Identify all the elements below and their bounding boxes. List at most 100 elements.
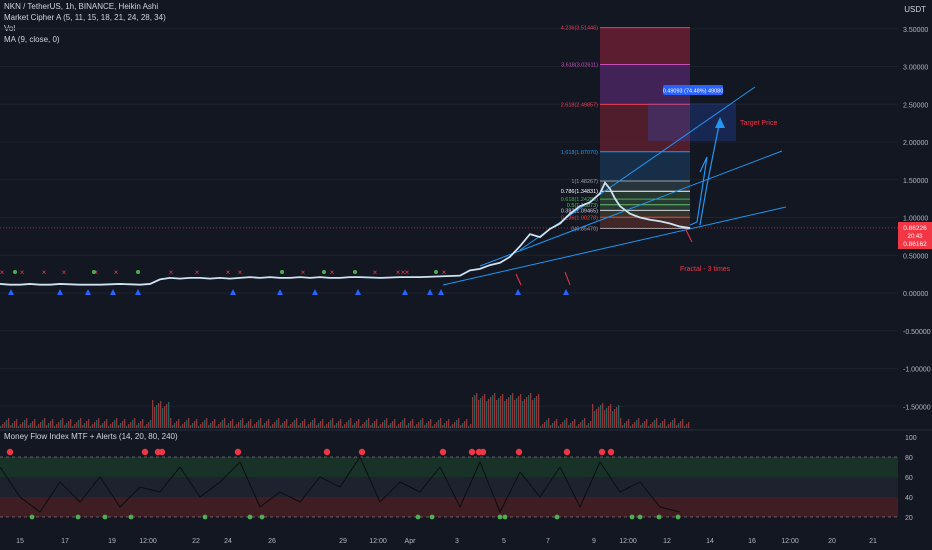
volume-bar	[332, 418, 334, 428]
mfi-buy-dot	[656, 514, 662, 520]
volume-bar	[434, 424, 436, 428]
volume-bar	[610, 404, 612, 428]
volume-bar	[324, 426, 326, 428]
volume-bar	[60, 420, 62, 428]
bull-dot-marker	[136, 270, 140, 274]
x-tick-label: 17	[61, 538, 69, 545]
volume-bar	[308, 424, 310, 428]
volume-bar	[34, 419, 36, 428]
volume-bar	[182, 424, 184, 428]
volume-bar	[432, 426, 434, 428]
volume-bar	[168, 402, 170, 428]
volume-bar	[658, 425, 660, 428]
volume-bar	[426, 423, 428, 428]
volume-bar	[378, 426, 380, 428]
volume-bar	[292, 422, 294, 428]
y-tick-label: -0.50000	[903, 329, 931, 336]
volume-bar	[224, 418, 226, 428]
volume-bar	[564, 420, 566, 428]
volume-bar	[662, 421, 664, 428]
volume-bar	[346, 422, 348, 428]
volume-bar	[626, 421, 628, 428]
mfi-buy-dot	[429, 514, 435, 520]
volume-bar	[436, 422, 438, 428]
volume-bar	[158, 403, 160, 428]
volume-bar	[8, 418, 10, 428]
mfi-buy-dot	[554, 514, 560, 520]
volume-bar	[364, 422, 366, 428]
volume-bar	[122, 421, 124, 428]
volume-bar	[280, 425, 282, 428]
volume-bar	[504, 401, 506, 428]
volume-bar	[70, 419, 72, 428]
volume-bar	[104, 421, 106, 428]
price-chart[interactable]: 3.50000 3.00000 2.50000 2.00000 1.50000 1.000…	[0, 0, 932, 550]
volume-bar	[166, 404, 168, 428]
volume-bar	[286, 419, 288, 428]
y-tick-label: 0.00000	[903, 291, 928, 298]
mfi-oversold-zone	[0, 497, 898, 517]
mfi-buy-dot	[502, 514, 508, 520]
volume-bar	[678, 423, 680, 428]
x-tick-label: 16	[748, 538, 756, 545]
volume-bar	[290, 424, 292, 428]
volume-bar	[684, 426, 686, 428]
volume-bar	[416, 424, 418, 428]
y-tick-label: 1.50000	[903, 178, 928, 185]
volume-bar	[318, 423, 320, 428]
volume-bar	[98, 418, 100, 428]
volume-bar	[338, 421, 340, 428]
volume-bar	[222, 420, 224, 428]
fib-zone	[600, 151, 690, 182]
volume-bar	[270, 426, 272, 428]
volume-bar	[84, 423, 86, 428]
bear-marker: ×	[20, 268, 25, 277]
volume-bar	[652, 422, 654, 428]
mfi-overbought-zone	[0, 457, 898, 477]
bear-marker: ×	[301, 268, 306, 277]
measure-label: 0.49093 (74.48%) 49080	[663, 89, 724, 95]
projection-arrow-1	[689, 156, 708, 226]
x-tick-label: 12:00	[139, 538, 157, 545]
volume-bar	[252, 426, 254, 428]
bear-marker: ×	[330, 268, 335, 277]
volume-bar	[26, 418, 28, 428]
mfi-buy-dot	[29, 514, 35, 520]
volume-bar	[388, 425, 390, 428]
volume-bar	[396, 426, 398, 428]
mfi-sell-dot	[234, 448, 242, 456]
volume-bar	[14, 421, 16, 428]
mfi-buy-dot	[497, 514, 503, 520]
volume-bar	[680, 421, 682, 428]
volume-bar	[106, 419, 108, 428]
volume-bar	[232, 419, 234, 428]
volume-bar	[450, 426, 452, 428]
volume-bar	[448, 419, 450, 428]
mfi-sell-dot	[479, 448, 487, 456]
volume-bar	[206, 418, 208, 428]
volume-bar	[568, 425, 570, 428]
volume-bar	[282, 423, 284, 428]
volume-bar	[486, 401, 488, 428]
volume-bar	[478, 400, 480, 428]
volume-bar	[596, 409, 598, 428]
volume-bar	[300, 423, 302, 428]
volume-bar	[100, 425, 102, 428]
volume-bar	[580, 422, 582, 428]
volume-bar	[654, 420, 656, 428]
fractal-label: Fractal - 3 times	[680, 266, 731, 273]
volume-bar	[140, 421, 142, 428]
x-tick-label: 19	[108, 538, 116, 545]
volume-bar	[156, 405, 158, 428]
volume-bar	[46, 425, 48, 428]
volume-bar	[578, 424, 580, 428]
volume-bar	[604, 410, 606, 428]
volume-bar	[522, 401, 524, 428]
volume-bar	[640, 425, 642, 428]
volume-bar	[16, 419, 18, 428]
volume-bar	[108, 426, 110, 428]
volume-bar	[238, 422, 240, 428]
volume-bar	[328, 422, 330, 428]
volume-bar	[446, 421, 448, 428]
volume-bar	[96, 420, 98, 428]
